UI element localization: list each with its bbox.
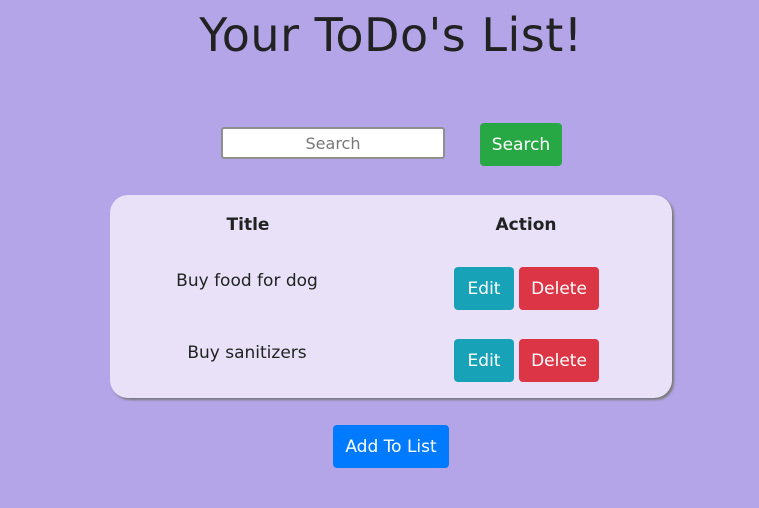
add-to-list-button[interactable]: Add To List	[333, 425, 449, 468]
edit-button[interactable]: Edit	[454, 267, 514, 310]
delete-button[interactable]: Delete	[519, 267, 599, 310]
page-title: Your ToDo's List!	[199, 8, 583, 62]
search-button[interactable]: Search	[480, 123, 562, 166]
todo-title: Buy food for dog	[176, 271, 318, 291]
edit-button[interactable]: Edit	[454, 339, 514, 382]
column-header-action: Action	[495, 215, 557, 235]
delete-button[interactable]: Delete	[519, 339, 599, 382]
todo-title: Buy sanitizers	[187, 343, 307, 363]
column-header-title: Title	[226, 215, 270, 235]
search-input[interactable]	[221, 127, 445, 159]
